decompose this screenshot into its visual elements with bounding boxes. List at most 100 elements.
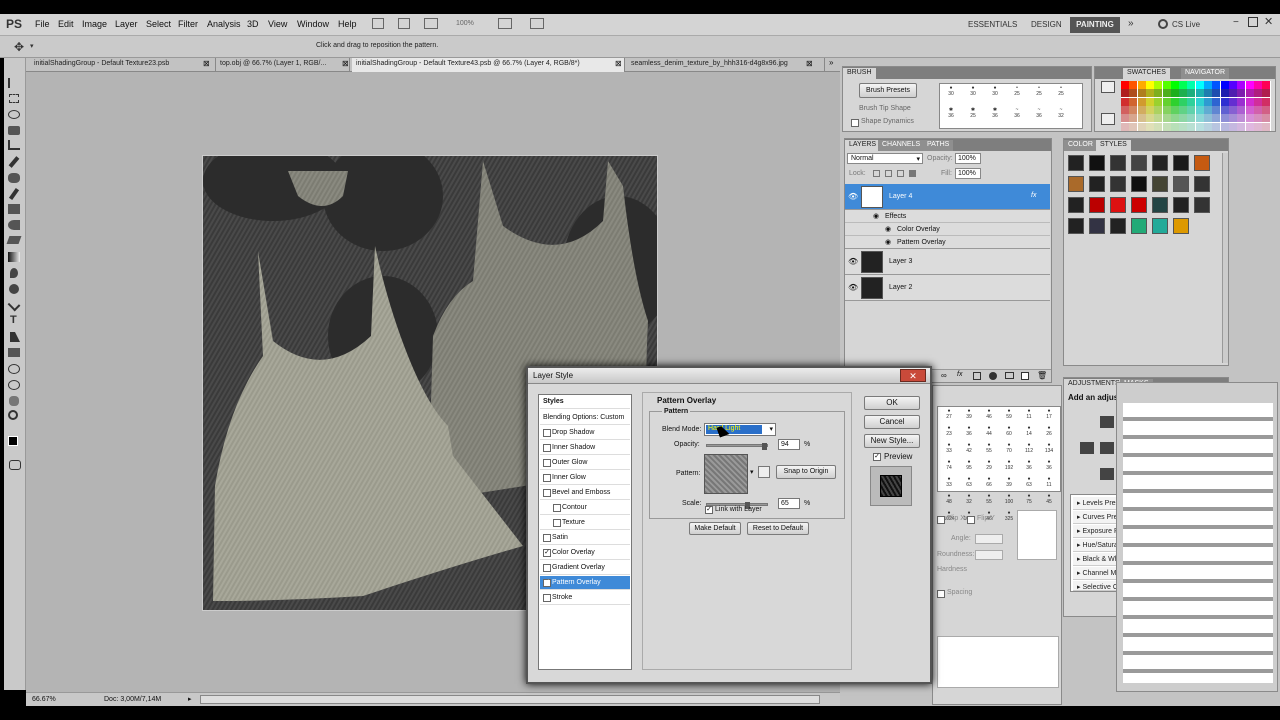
brush-tip[interactable]: ● 192	[1000, 459, 1018, 477]
hue-saturation-icon[interactable]	[1100, 442, 1114, 454]
hand-tool-icon[interactable]	[9, 396, 19, 406]
layer-name[interactable]: Layer 2	[889, 284, 912, 291]
color-swatch[interactable]	[1145, 89, 1154, 98]
style-swatch[interactable]	[1089, 218, 1105, 234]
eyedropper-tool-icon[interactable]	[8, 156, 20, 168]
brush-preset[interactable]: ✱ 36	[986, 107, 1004, 125]
brush-angle-preview[interactable]	[1017, 510, 1057, 560]
healing-brush-tool-icon[interactable]	[8, 173, 20, 183]
brush-tip[interactable]: ● 70	[1000, 442, 1018, 460]
style-swatch[interactable]	[1068, 197, 1084, 213]
move-tool-icon[interactable]: ✥	[14, 40, 24, 54]
color-swatch[interactable]	[1245, 89, 1254, 98]
brush-tip[interactable]: ● 33	[940, 476, 958, 494]
menu-layer[interactable]: Layer	[115, 19, 138, 29]
color-swatch[interactable]	[1137, 81, 1146, 89]
inner-shadow-checkbox[interactable]	[543, 444, 551, 452]
close-tab-3-icon[interactable]: ⊠	[615, 59, 622, 68]
pattern-overlay-item[interactable]: ✓ Pattern Overlay	[540, 576, 630, 590]
inner-glow-item[interactable]: Inner Glow	[540, 471, 630, 485]
3d-rotate-tool-icon[interactable]	[8, 364, 20, 374]
color-overlay-checkbox[interactable]: ✓	[543, 549, 551, 557]
brush-preset[interactable]: • 25	[1030, 85, 1048, 103]
tab-navigator[interactable]: NAVIGATOR	[1181, 68, 1230, 79]
inner-shadow-item[interactable]: Inner Shadow	[540, 441, 630, 455]
horizontal-scrollbar[interactable]	[200, 695, 820, 704]
blending-options-item[interactable]: Blending Options: Custom	[540, 411, 630, 425]
blur-tool-icon[interactable]	[10, 268, 18, 278]
color-swatch[interactable]	[1228, 81, 1237, 89]
menu-help[interactable]: Help	[338, 19, 357, 29]
brush-preset-grid[interactable]: ● 30 ● 30 ● 30 • 25 • 25 • 25 ✱ 36 ✱ 25 ✱ 36 ~36 …	[939, 83, 1083, 129]
brush-presets-button[interactable]: Brush Presets	[859, 83, 917, 98]
marquee-tool-icon[interactable]	[9, 94, 19, 103]
brush-tip[interactable]: ● 100	[1000, 493, 1018, 511]
color-swatch[interactable]	[1212, 122, 1221, 131]
color-swatch[interactable]	[1162, 122, 1171, 131]
swatch-grid[interactable]	[1121, 81, 1271, 131]
color-swatch[interactable]	[1228, 89, 1237, 98]
inner-glow-checkbox[interactable]	[543, 474, 551, 482]
color-swatch[interactable]	[1253, 122, 1262, 131]
gradient-overlay-item[interactable]: Gradient Overlay	[540, 561, 630, 575]
color-swatch[interactable]	[1154, 97, 1163, 106]
style-swatch[interactable]	[1194, 155, 1210, 171]
clone-stamp-tool-icon[interactable]	[8, 204, 20, 214]
swatches-side-icon[interactable]	[1101, 81, 1115, 93]
brush-preset[interactable]: • 25	[1008, 85, 1026, 103]
brush-tip[interactable]: ● 36	[1020, 459, 1038, 477]
color-swatch[interactable]	[1237, 122, 1246, 131]
color-swatch[interactable]	[1179, 122, 1188, 131]
color-swatch[interactable]	[1170, 122, 1179, 131]
color-swatch[interactable]	[1137, 89, 1146, 98]
outer-glow-checkbox[interactable]	[543, 459, 551, 467]
style-swatch[interactable]	[1152, 218, 1168, 234]
color-swatch[interactable]	[1237, 89, 1246, 98]
color-swatch[interactable]	[1187, 97, 1196, 106]
shape-dynamics-checkbox[interactable]	[851, 119, 859, 127]
brush-tip[interactable]: ● 134	[1040, 442, 1058, 460]
bevel-emboss-item[interactable]: Bevel and Emboss	[540, 486, 630, 500]
brush-tip[interactable]: ● 42	[960, 442, 978, 460]
3d-orbit-tool-icon[interactable]	[8, 380, 20, 390]
shape-tool-icon[interactable]	[8, 348, 20, 357]
crop-tool-icon[interactable]	[8, 140, 20, 150]
brush-preset[interactable]: ~32	[1052, 107, 1070, 125]
brush-tip[interactable]: ● 95	[960, 459, 978, 477]
brush-preset[interactable]: ✱ 25	[964, 107, 982, 125]
status-menu-arrow-icon[interactable]: ▸	[188, 695, 192, 703]
more-workspaces-icon[interactable]: »	[1128, 18, 1134, 29]
color-swatch[interactable]	[1212, 105, 1221, 114]
new-preset-icon[interactable]	[758, 466, 770, 478]
style-swatch[interactable]	[1173, 176, 1189, 192]
opacity-input[interactable]: 94	[778, 439, 800, 450]
color-swatch[interactable]	[1220, 105, 1229, 114]
color-swatch[interactable]	[1245, 81, 1254, 89]
effects-row[interactable]: ◉ Effects	[845, 210, 1050, 223]
color-swatch[interactable]	[1154, 122, 1163, 131]
brush-preset[interactable]: ● 30	[986, 85, 1004, 103]
layer-name[interactable]: Layer 4	[889, 193, 912, 200]
color-swatch[interactable]	[1220, 114, 1229, 123]
lock-image-icon[interactable]	[885, 170, 892, 177]
outer-glow-item[interactable]: Outer Glow	[540, 456, 630, 470]
view-extras-icon[interactable]	[424, 18, 438, 29]
menu-analysis[interactable]: Analysis	[207, 19, 241, 29]
color-swatch[interactable]	[1253, 89, 1262, 98]
workspace-essentials[interactable]: ESSENTIALS	[968, 20, 1017, 29]
style-swatch[interactable]	[1110, 155, 1126, 171]
gradient-overlay-checkbox[interactable]	[543, 564, 551, 572]
color-swatch[interactable]	[1262, 81, 1271, 89]
style-swatch[interactable]	[1089, 176, 1105, 192]
color-swatch[interactable]	[1228, 114, 1237, 123]
layer-row-layer4[interactable]: 👁 Layer 4 fx	[845, 184, 1050, 210]
color-swatch[interactable]	[1237, 105, 1246, 114]
tab-layers[interactable]: LAYERS	[845, 140, 881, 151]
brush-tip[interactable]: ● 27	[940, 408, 958, 426]
foreground-color-swatch[interactable]	[8, 436, 18, 446]
color-swatch[interactable]	[1170, 105, 1179, 114]
color-swatch[interactable]	[1121, 122, 1129, 131]
color-swatch[interactable]	[1187, 105, 1196, 114]
tab-color[interactable]: COLOR	[1064, 140, 1097, 151]
color-swatch[interactable]	[1187, 114, 1196, 123]
